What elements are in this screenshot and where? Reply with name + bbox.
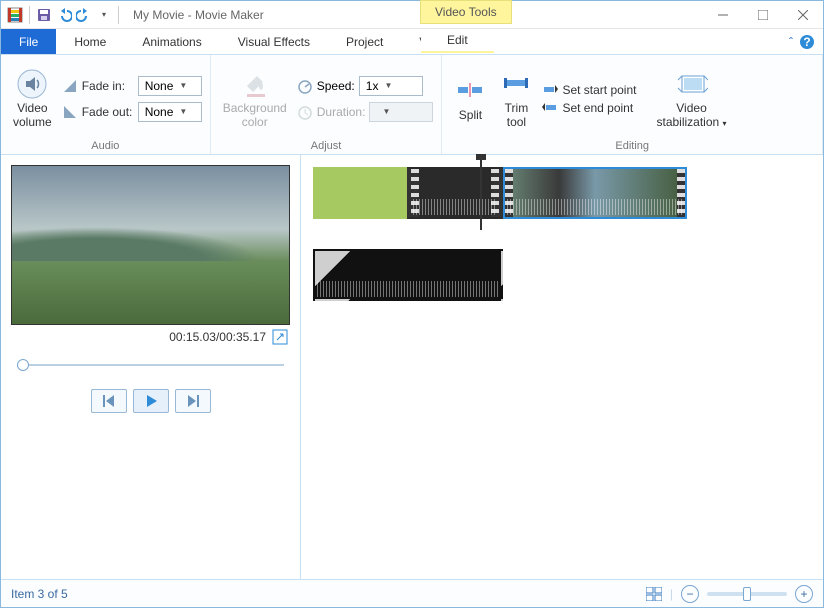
play-button[interactable] xyxy=(133,389,169,413)
fade-in-label: Fade in: xyxy=(82,79,134,93)
maximize-button[interactable] xyxy=(743,1,783,29)
view-thumbnails-icon[interactable] xyxy=(646,587,662,601)
caret-down-icon: ▼ xyxy=(179,107,187,116)
seek-thumb[interactable] xyxy=(17,359,29,371)
split-icon xyxy=(454,75,486,107)
fade-out-combo[interactable]: None ▼ xyxy=(138,102,202,122)
clip-3-selected[interactable] xyxy=(503,167,687,219)
fade-out-value: None xyxy=(145,105,174,119)
fade-out-icon xyxy=(62,104,78,120)
preview-panel: 00:15.03/00:35.17 xyxy=(1,155,301,579)
quick-access-toolbar: ▾ xyxy=(1,6,127,24)
timeline-row-1 xyxy=(313,167,811,219)
preview-seek-slider[interactable] xyxy=(11,355,290,375)
group-label-editing: Editing xyxy=(450,138,814,152)
speed-value: 1x xyxy=(366,79,379,93)
timeline-panel[interactable] xyxy=(301,155,823,579)
fade-in-icon xyxy=(62,78,78,94)
app-icon xyxy=(7,7,23,23)
bg-color-label: Background color xyxy=(223,102,287,128)
duration-combo: ▼ xyxy=(369,102,433,122)
set-end-icon xyxy=(542,101,558,115)
zoom-slider[interactable] xyxy=(707,592,787,596)
ribbon-group-editing: Split Trim tool Set start point Set end … xyxy=(442,55,823,154)
zoom-out-button[interactable]: − xyxy=(681,585,699,603)
fade-in-value: None xyxy=(145,79,174,93)
ribbon-group-audio: Video volume Fade in: None ▼ Fade out: N… xyxy=(1,55,211,154)
duration-label: Duration: xyxy=(317,105,366,119)
trim-label: Trim tool xyxy=(505,102,529,128)
caret-down-icon: ▼ xyxy=(382,107,390,116)
zoom-in-button[interactable]: + xyxy=(795,585,813,603)
set-start-icon xyxy=(542,83,558,97)
time-display: 00:15.03/00:35.17 xyxy=(169,330,266,344)
speaker-icon xyxy=(16,68,48,100)
group-label-audio: Audio xyxy=(9,138,202,152)
preview-frame xyxy=(11,165,290,325)
undo-icon[interactable] xyxy=(56,7,72,23)
clip-4[interactable] xyxy=(313,249,503,301)
trim-tool-button[interactable]: Trim tool xyxy=(496,66,536,130)
fullscreen-icon[interactable] xyxy=(272,329,288,345)
zoom-thumb[interactable] xyxy=(743,587,751,601)
background-color-button: Background color xyxy=(219,66,291,130)
speed-combo[interactable]: 1x ▼ xyxy=(359,76,423,96)
next-frame-button[interactable] xyxy=(175,389,211,413)
contextual-tab-video-tools[interactable]: Video Tools xyxy=(420,0,512,24)
qat-customize-caret-icon[interactable]: ▾ xyxy=(96,7,112,23)
set-end-point-button[interactable]: Set end point xyxy=(542,101,636,115)
tab-file[interactable]: File xyxy=(1,29,56,54)
clip-1[interactable] xyxy=(313,167,407,219)
timeline-row-2 xyxy=(313,239,811,301)
main-area: 00:15.03/00:35.17 xyxy=(1,155,823,579)
tab-edit[interactable]: Edit xyxy=(421,29,494,53)
clip-2[interactable] xyxy=(407,167,503,219)
duration-icon xyxy=(297,104,313,120)
video-stabilization-button[interactable]: Video stabilization ▾ xyxy=(652,66,730,130)
tab-home[interactable]: Home xyxy=(56,29,124,54)
status-text: Item 3 of 5 xyxy=(11,587,68,601)
split-label: Split xyxy=(459,109,482,122)
status-bar: Item 3 of 5 | − + xyxy=(1,579,823,607)
tab-visual-effects[interactable]: Visual Effects xyxy=(220,29,328,54)
close-button[interactable] xyxy=(783,1,823,29)
video-volume-button[interactable]: Video volume xyxy=(9,66,56,130)
split-button[interactable]: Split xyxy=(450,73,490,124)
ribbon-group-adjust: Background color Speed: 1x ▼ Duration: xyxy=(211,55,443,154)
fade-out-label: Fade out: xyxy=(82,105,134,119)
svg-text:?: ? xyxy=(803,35,810,49)
speed-label: Speed: xyxy=(317,79,355,93)
window-title: My Movie - Movie Maker xyxy=(133,8,264,22)
stabilization-icon xyxy=(676,68,708,100)
tab-animations[interactable]: Animations xyxy=(124,29,219,54)
video-volume-label: Video volume xyxy=(13,102,52,128)
ribbon: Video volume Fade in: None ▼ Fade out: N… xyxy=(1,55,823,155)
caret-down-icon: ▼ xyxy=(384,81,392,90)
set-end-label: Set end point xyxy=(562,101,633,115)
ribbon-collapse-icon[interactable]: ˆ xyxy=(789,35,793,49)
fade-in-combo[interactable]: None ▼ xyxy=(138,76,202,96)
title-bar: ▾ My Movie - Movie Maker Video Tools xyxy=(1,1,823,29)
paint-bucket-icon xyxy=(239,68,271,100)
group-label-adjust: Adjust xyxy=(219,138,434,152)
redo-icon[interactable] xyxy=(76,7,92,23)
stabilization-label: Video stabilization ▾ xyxy=(656,102,726,128)
help-icon[interactable]: ? xyxy=(799,34,815,50)
window-controls xyxy=(703,1,823,29)
trim-icon xyxy=(500,68,532,100)
tab-project[interactable]: Project xyxy=(328,29,401,54)
playhead[interactable] xyxy=(480,160,482,230)
caret-down-icon: ▼ xyxy=(179,81,187,90)
prev-frame-button[interactable] xyxy=(91,389,127,413)
set-start-point-button[interactable]: Set start point xyxy=(542,83,636,97)
speed-icon xyxy=(297,78,313,94)
save-icon[interactable] xyxy=(36,7,52,23)
minimize-button[interactable] xyxy=(703,1,743,29)
ribbon-tabs: File Home Animations Visual Effects Proj… xyxy=(1,29,823,55)
set-start-label: Set start point xyxy=(562,83,636,97)
